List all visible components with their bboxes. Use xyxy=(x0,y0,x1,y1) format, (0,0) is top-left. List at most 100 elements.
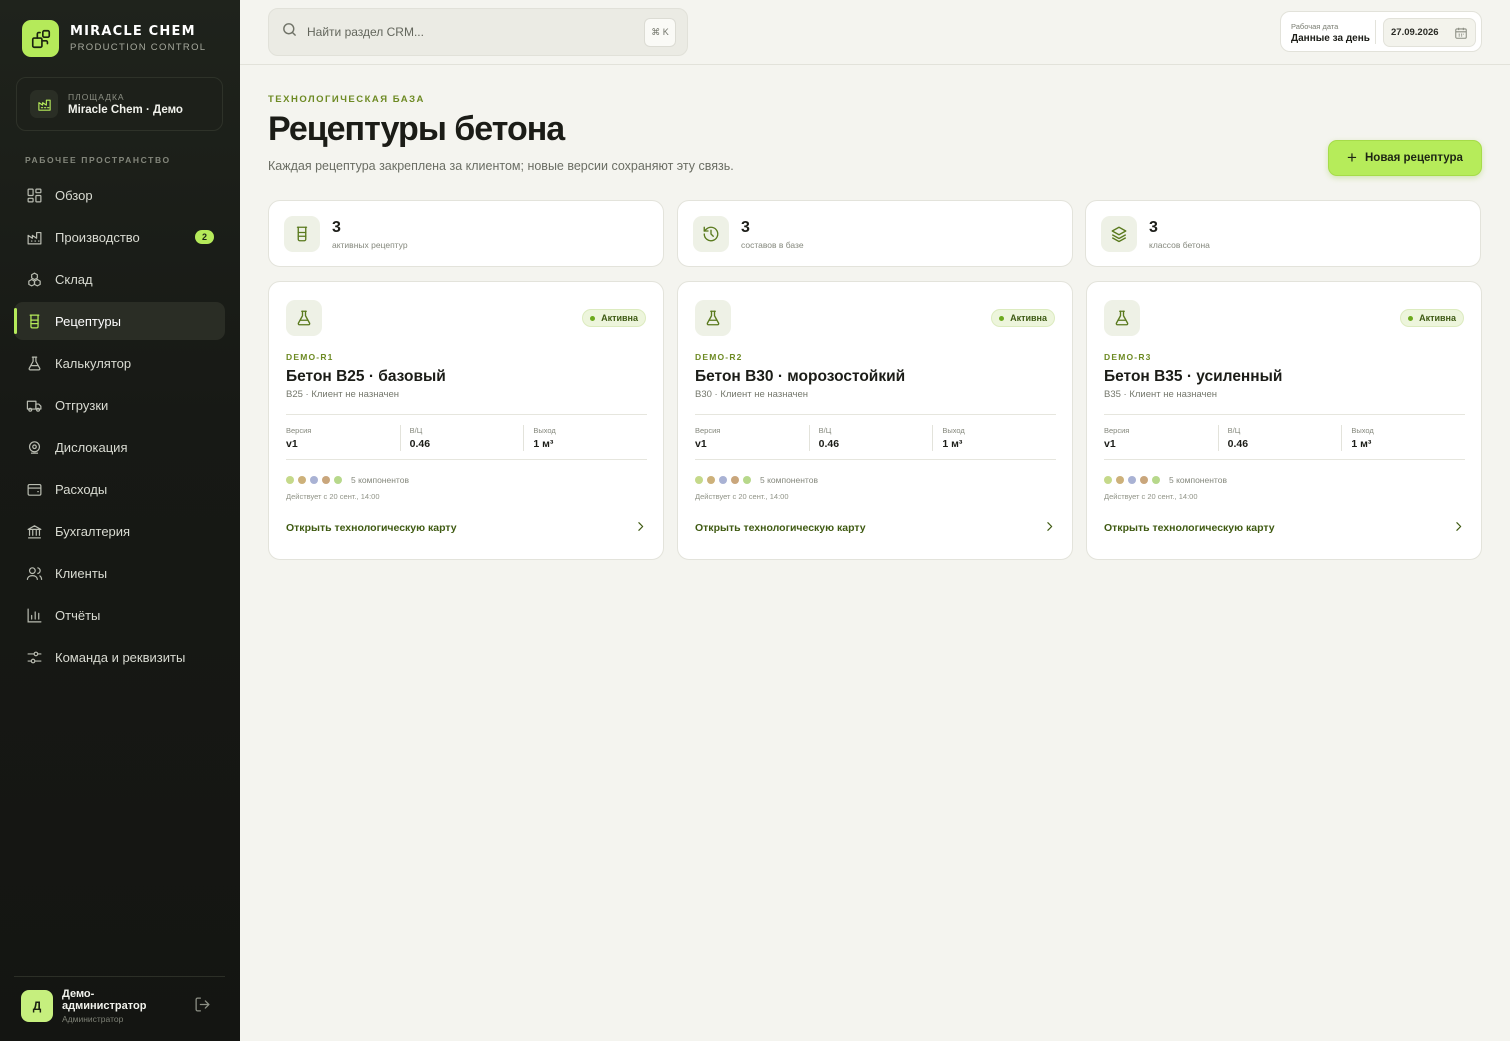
beaker-icon xyxy=(284,216,320,252)
effective-since: Действует с 20 сент., 14:00 xyxy=(695,492,789,501)
recipe-metrics: Версия v1 В/Ц 0.46 Выход 1 м³ xyxy=(1104,414,1465,460)
sidebar-item-team[interactable]: Команда и реквизиты xyxy=(14,638,225,676)
user-name: Демо-администратор xyxy=(62,988,147,1012)
metric-label: В/Ц xyxy=(409,426,423,435)
metric-label: Версия xyxy=(286,426,312,435)
sidebar-item-shipments[interactable]: Отгрузки xyxy=(14,386,225,424)
chevron-right-icon xyxy=(634,520,647,536)
workdate-label: Рабочая дата xyxy=(1291,22,1339,31)
metric-value: v1 xyxy=(1104,438,1116,450)
recipe-subtitle: B35 · Клиент не назначен xyxy=(1104,389,1217,400)
sidebar-item-accounting[interactable]: Бухгалтерия xyxy=(14,512,225,550)
wallet-icon xyxy=(25,480,43,498)
workdate-date-field[interactable]: 27.09.2026 xyxy=(1383,18,1476,47)
recipe-card[interactable]: Активна DEMO-R1 Бетон B25 · базовый B25 … xyxy=(268,281,664,560)
metric-wc-ratio: В/Ц 0.46 xyxy=(1217,415,1342,459)
stat-value: 3 xyxy=(741,219,750,236)
site-selector[interactable]: ПЛОЩАДКА Miracle Chem · Демо xyxy=(16,77,223,131)
metric-value: 1 м³ xyxy=(533,438,554,450)
flask-icon xyxy=(695,300,731,336)
sidebar-item-label: Бухгалтерия xyxy=(55,523,131,539)
stat-label: составов в базе xyxy=(741,240,804,250)
sidebar-nav: Обзор Производство 2 Склад Рецептуры Кал… xyxy=(14,176,225,680)
open-tech-card-link[interactable]: Открыть технологическую карту xyxy=(286,520,647,536)
stat-value: 3 xyxy=(332,219,341,236)
metric-label: Выход xyxy=(1351,426,1374,435)
page-eyebrow: ТЕХНОЛОГИЧЕСКАЯ БАЗА xyxy=(268,94,425,105)
map-pin-icon xyxy=(25,438,43,456)
site-value: Miracle Chem · Демо xyxy=(68,104,183,116)
metric-label: В/Ц xyxy=(1227,426,1241,435)
metric-value: 0.46 xyxy=(1227,438,1249,450)
search-shortcut: ⌘ K xyxy=(644,18,676,47)
sidebar-item-label: Производство xyxy=(55,229,140,245)
recipe-card[interactable]: Активна DEMO-R2 Бетон B30 · морозостойки… xyxy=(677,281,1073,560)
status-badge: Активна xyxy=(1400,309,1464,327)
sidebar: MIRACLE CHEM PRODUCTION CONTROL ПЛОЩАДКА… xyxy=(0,0,240,1041)
page-title: Рецептуры бетона xyxy=(268,110,565,148)
bank-icon xyxy=(25,522,43,540)
sidebar-item-overview[interactable]: Обзор xyxy=(14,176,225,214)
component-dot xyxy=(322,476,330,484)
status-label: Активна xyxy=(601,313,638,323)
logout-icon[interactable] xyxy=(194,996,211,1018)
component-dot xyxy=(743,476,751,484)
open-tech-card-label: Открыть технологическую карту xyxy=(286,522,457,534)
recipe-subtitle: B30 · Клиент не назначен xyxy=(695,389,808,400)
brand-logo-icon xyxy=(22,20,59,57)
component-dot xyxy=(1152,476,1160,484)
grid-icon xyxy=(25,186,43,204)
brand[interactable]: MIRACLE CHEM PRODUCTION CONTROL xyxy=(22,20,206,57)
user-role: Администратор xyxy=(62,1014,124,1024)
sidebar-item-production[interactable]: Производство 2 xyxy=(14,218,225,256)
recipe-card[interactable]: Активна DEMO-R3 Бетон B35 · усиленный B3… xyxy=(1086,281,1482,560)
sidebar-item-clients[interactable]: Клиенты xyxy=(14,554,225,592)
sidebar-item-reports[interactable]: Отчёты xyxy=(14,596,225,634)
sidebar-item-expenses[interactable]: Расходы xyxy=(14,470,225,508)
open-tech-card-label: Открыть технологическую карту xyxy=(695,522,866,534)
brand-subtitle: PRODUCTION CONTROL xyxy=(70,42,207,53)
truck-icon xyxy=(25,396,43,414)
avatar: Д xyxy=(21,990,53,1022)
open-tech-card-link[interactable]: Открыть технологическую карту xyxy=(695,520,1056,536)
metric-label: Выход xyxy=(533,426,556,435)
sidebar-item-label: Дислокация xyxy=(55,439,128,455)
search-placeholder: Найти раздел CRM... xyxy=(307,25,424,39)
flask-icon xyxy=(286,300,322,336)
sidebar-item-recipes[interactable]: Рецептуры xyxy=(14,302,225,340)
open-tech-card-link[interactable]: Открыть технологическую карту xyxy=(1104,520,1465,536)
workdate-picker[interactable]: Рабочая дата Данные за день 27.09.2026 xyxy=(1280,11,1482,52)
metric-value: v1 xyxy=(286,438,298,450)
sidebar-item-label: Калькулятор xyxy=(55,355,132,371)
sliders-icon xyxy=(25,648,43,666)
new-recipe-button[interactable]: + Новая рецептура xyxy=(1328,140,1482,176)
divider xyxy=(14,976,225,977)
component-dot xyxy=(707,476,715,484)
stat-label: активных рецептур xyxy=(332,240,408,250)
metric-yield: Выход 1 м³ xyxy=(932,415,1056,459)
component-dot xyxy=(286,476,294,484)
component-count: 5 компонентов xyxy=(1169,475,1227,485)
component-dot xyxy=(719,476,727,484)
search-input[interactable]: Найти раздел CRM... ⌘ K xyxy=(268,8,688,56)
metric-label: В/Ц xyxy=(818,426,832,435)
layers-icon xyxy=(1101,216,1137,252)
flask-icon xyxy=(25,354,43,372)
effective-since: Действует с 20 сент., 14:00 xyxy=(286,492,380,501)
production-count-badge: 2 xyxy=(195,230,214,244)
search-icon xyxy=(281,21,298,43)
metric-version: Версия v1 xyxy=(286,415,400,459)
sidebar-item-dislocation[interactable]: Дислокация xyxy=(14,428,225,466)
metric-version: Версия v1 xyxy=(1104,415,1218,459)
metric-value: v1 xyxy=(695,438,707,450)
history-icon xyxy=(693,216,729,252)
beaker-icon xyxy=(25,312,43,330)
metric-label: Выход xyxy=(942,426,965,435)
recipe-subtitle: B25 · Клиент не назначен xyxy=(286,389,399,400)
sidebar-item-warehouse[interactable]: Склад xyxy=(14,260,225,298)
recipe-title: Бетон B35 · усиленный xyxy=(1104,368,1283,385)
user-profile[interactable]: Д Демо-администратор Администратор xyxy=(21,988,172,1024)
sidebar-item-calculator[interactable]: Калькулятор xyxy=(14,344,225,382)
bar-chart-icon xyxy=(25,606,43,624)
recipe-code: DEMO-R2 xyxy=(695,352,743,362)
